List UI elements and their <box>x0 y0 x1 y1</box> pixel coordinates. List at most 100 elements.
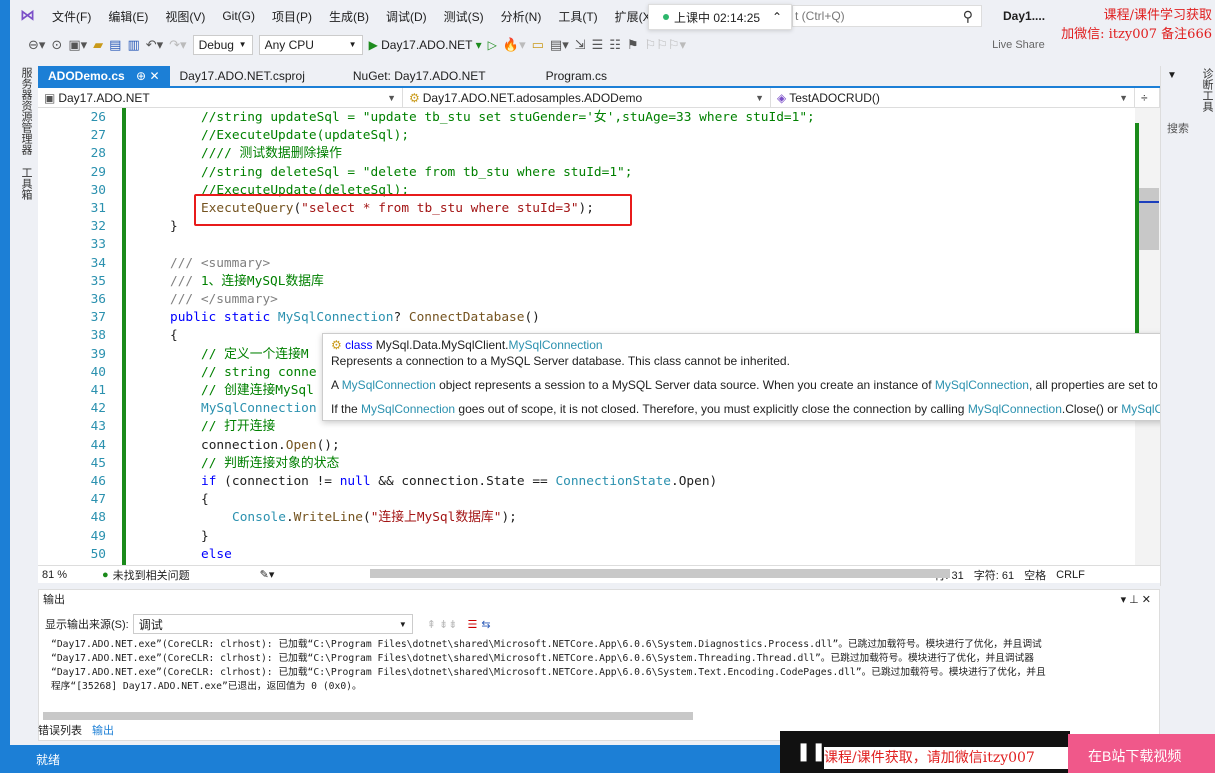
code-line[interactable]: 36 /// </summary> <box>38 291 1128 309</box>
start-debug-button[interactable]: ▶ Day17.ADO.NET ▾ <box>369 38 482 52</box>
code-line[interactable]: 48 Console.WriteLine("连接上MySql数据库"); <box>38 509 1128 527</box>
project-dropdown[interactable]: ▣ Day17.ADO.NET ▼ <box>38 88 403 107</box>
brush-icon[interactable]: ✎▾ <box>260 568 275 581</box>
link[interactable]: MySqlConnection <box>342 378 436 392</box>
undo-icon[interactable]: ↶▾ <box>146 37 163 53</box>
tab-program-cs[interactable]: Program.cs <box>536 66 617 86</box>
tab-csproj[interactable]: Day17.ADO.NET.csproj <box>170 66 315 86</box>
open-icon[interactable]: ▰ <box>93 37 103 53</box>
save-all-icon[interactable]: ▥ <box>127 37 139 53</box>
issues-status[interactable]: 未找到相关问题 <box>113 567 190 583</box>
forward-icon[interactable]: ⊙ <box>51 37 62 53</box>
start-without-debug-icon[interactable]: ▷ <box>488 38 497 52</box>
menu-view[interactable]: 视图(V) <box>165 8 205 25</box>
chevron-up-icon[interactable]: ⌃ <box>772 10 782 24</box>
step-icon[interactable]: ⇲ <box>575 37 586 53</box>
close-icon[interactable]: ✕ <box>149 69 159 83</box>
code-token: (connection != <box>224 474 340 489</box>
code-line[interactable]: 28 //// 测试数据删除操作 <box>38 145 1128 163</box>
live-share-button[interactable]: Live Share <box>992 39 1045 51</box>
window-layout-icon[interactable]: ▤▾ <box>550 37 569 53</box>
configuration-dropdown[interactable]: Debug ▼ <box>192 34 253 55</box>
bookmark-icon[interactable]: ⚑ <box>627 37 639 53</box>
line-number: 48 <box>90 510 106 526</box>
tab-adodemo-cs[interactable]: ADODemo.cs ⊕ ✕ <box>38 66 170 86</box>
code-line[interactable]: 49} <box>38 528 1128 546</box>
code-line[interactable]: 50 else <box>38 546 1128 564</box>
solution-explorer-icon[interactable]: ▭ <box>532 37 544 53</box>
method-icon: ◈ <box>777 90 787 105</box>
link[interactable]: MySqlConnection <box>935 378 1029 392</box>
code-text: if (connection != null && connection.Sta… <box>201 473 717 491</box>
session-timer[interactable]: 上课中 02:14:25 ⌃ <box>648 4 792 30</box>
output-horizontal-scrollbar[interactable] <box>43 712 693 720</box>
code-line[interactable]: 43 // 打开连接 <box>38 418 1128 436</box>
download-button[interactable]: 在B站下载视频 <box>1068 734 1215 773</box>
code-line[interactable]: 46 if (connection != null && connection.S… <box>38 473 1128 491</box>
server-explorer-tab[interactable]: 服务器资源管理器 <box>18 67 34 155</box>
find-message-icon[interactable]: ⇞ ⇟⇟ <box>427 618 458 631</box>
diagnostic-tools-tab[interactable]: 诊断工具 <box>1199 68 1215 112</box>
code-line[interactable]: 27 //ExecuteUpdate(updateSql); <box>38 127 1128 145</box>
pause-icon[interactable]: ❚❚ <box>796 741 826 762</box>
code-line[interactable]: 29 //string deleteSql = "delete from tb_s… <box>38 164 1128 182</box>
code-line[interactable]: 44 connection.Open(); <box>38 437 1128 455</box>
code-line[interactable]: 45 // 判断连接对象的状态 <box>38 455 1128 473</box>
dropdown-icon[interactable]: ▼ <box>1167 70 1177 81</box>
link[interactable]: MySqlConnection <box>968 402 1062 416</box>
panel-controls[interactable]: ▾ ⊥ ✕ <box>1121 593 1151 606</box>
code-token: 1、连接MySQL数据库 <box>200 273 324 289</box>
scroll-thumb[interactable] <box>1139 188 1159 250</box>
tab-error-list[interactable]: 错误列表 <box>38 722 82 738</box>
code-line[interactable]: 47 { <box>38 491 1128 509</box>
char-number[interactable]: 字符: 61 <box>974 567 1014 583</box>
clear-all-icon[interactable]: ☰ <box>467 618 477 631</box>
tab-nuget[interactable]: NuGet: Day17.ADO.NET <box>343 66 496 86</box>
word-wrap-icon[interactable]: ⇆ <box>481 618 490 631</box>
line-number: 34 <box>90 255 106 271</box>
comment-icon[interactable]: ☰ <box>592 37 604 53</box>
project-value: Day17.ADO.NET <box>58 90 150 105</box>
code-line[interactable]: 34 /// <summary> <box>38 255 1128 273</box>
platform-dropdown[interactable]: Any CPU ▼ <box>258 34 363 55</box>
bookmark-prev-icon[interactable]: ⚐⚐⚐▾ <box>645 37 687 53</box>
line-number: 46 <box>90 474 106 489</box>
code-line[interactable]: 37 public static MySqlConnection? Connect… <box>38 309 1128 327</box>
editor-horizontal-scrollbar[interactable] <box>370 569 950 578</box>
redo-icon[interactable]: ↷▾ <box>169 37 186 53</box>
line-number: 36 <box>90 292 106 307</box>
menu-debug[interactable]: 调试(D) <box>386 8 427 25</box>
code-line[interactable]: 26 //string updateSql = "update tb_stu se… <box>38 109 1128 127</box>
code-line[interactable]: 35 /// 1、连接MySQL数据库 <box>38 273 1128 291</box>
menu-build[interactable]: 生成(B) <box>329 8 369 25</box>
menu-git[interactable]: Git(G) <box>222 9 255 23</box>
tooltip-class-name[interactable]: MySqlConnection <box>509 338 603 352</box>
new-project-icon[interactable]: ▣▾ <box>68 37 87 53</box>
bottom-tabs: 错误列表 输出 <box>38 722 114 738</box>
menu-project[interactable]: 项目(P) <box>272 8 312 25</box>
split-editor-icon[interactable]: ÷ <box>1135 88 1160 107</box>
zoom-level[interactable]: 81 % <box>42 569 92 581</box>
code-token: } <box>170 219 178 235</box>
member-dropdown[interactable]: ◈ TestADOCRUD() ▼ <box>771 88 1135 107</box>
save-icon[interactable]: ▤ <box>109 37 121 53</box>
hot-reload-icon[interactable]: 🔥▾ <box>503 37 526 53</box>
menu-edit[interactable]: 编辑(E) <box>108 8 148 25</box>
toolbox-tab[interactable]: 工具箱 <box>18 167 34 200</box>
menu-analyze[interactable]: 分析(N) <box>501 8 542 25</box>
menu-test[interactable]: 测试(S) <box>444 8 484 25</box>
menu-file[interactable]: 文件(F) <box>52 8 91 25</box>
search-input[interactable]: t (Ctrl+Q) ⚲ <box>792 5 982 27</box>
quick-info-tooltip: ⚙ class MySql.Data.MySqlClient.MySqlConn… <box>322 333 1215 421</box>
tab-output[interactable]: 输出 <box>92 722 114 738</box>
line-ending[interactable]: CRLF <box>1056 569 1085 581</box>
link[interactable]: MySqlConnection <box>361 402 455 416</box>
code-line[interactable]: 33 <box>38 236 1128 254</box>
menu-tools[interactable]: 工具(T) <box>558 8 597 25</box>
uncomment-icon[interactable]: ☷ <box>609 37 621 53</box>
pin-icon[interactable]: ⊕ <box>136 69 146 83</box>
back-icon[interactable]: ⊖▾ <box>28 37 45 53</box>
class-dropdown[interactable]: ⚙ Day17.ADO.NET.adosamples.ADODemo ▼ <box>403 88 771 107</box>
indent-mode[interactable]: 空格 <box>1024 567 1046 583</box>
output-source-dropdown[interactable]: 调试 ▼ <box>132 614 413 634</box>
